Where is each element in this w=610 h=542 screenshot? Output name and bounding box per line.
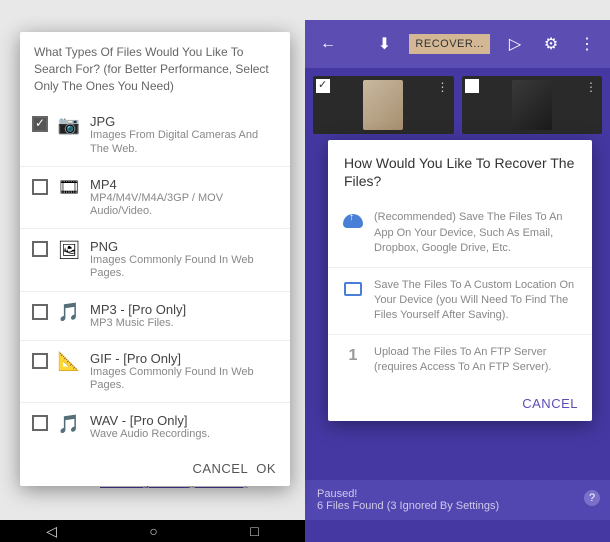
file-type-desc: Images Commonly Found In Web Pages. — [90, 366, 278, 392]
recover-options-list: (Recommended) Save The Files To An App O… — [328, 200, 592, 385]
music-icon: 🎵 — [58, 302, 80, 324]
file-type-desc: MP3 Music Files. — [90, 317, 278, 330]
file-types-dialog: What Types Of Files Would You Like To Se… — [20, 32, 290, 486]
cancel-button[interactable]: CANCEL — [192, 461, 248, 476]
file-type-name: PNG — [90, 239, 278, 254]
back-nav-icon[interactable]: ◁ — [46, 523, 57, 540]
checkbox[interactable] — [32, 241, 48, 257]
thumbnail-item[interactable]: ⋮ — [462, 76, 603, 134]
image-icon: 🖼 — [58, 239, 80, 261]
recover-option-desc: (Recommended) Save The Files To An App O… — [374, 210, 578, 256]
cancel-button[interactable]: CANCEL — [522, 396, 578, 411]
recover-dialog-actions: CANCEL — [328, 386, 592, 421]
file-type-item-wav[interactable]: 🎵 WAV - [Pro Only] Wave Audio Recordings… — [20, 403, 290, 451]
file-type-item-mp4[interactable]: 🎞 MP4 MP4/M4V/M4A/3GP / MOV Audio/Video. — [20, 167, 290, 229]
thumb-overflow-icon[interactable]: ⋮ — [437, 80, 449, 94]
checkbox[interactable] — [32, 415, 48, 431]
camera-icon: 📷 — [58, 114, 80, 136]
recover-option-ftp[interactable]: 1 Upload The Files To An FTP Server (req… — [328, 335, 592, 386]
app-bar: ← ⬇ RECOVER... ▷ ⚙ ⋮ — [305, 20, 610, 68]
thumbnail-item[interactable]: ⋮ — [313, 76, 454, 134]
status-line2: 6 Files Found (3 Ignored By Settings) — [317, 500, 598, 512]
file-type-name: MP3 - [Pro Only] — [90, 302, 278, 317]
nav-bar-left: ◁ ○ □ — [0, 520, 305, 542]
download-icon[interactable]: ⬇ — [373, 33, 395, 55]
file-type-desc: MP4/M4V/M4A/3GP / MOV Audio/Video. — [90, 192, 278, 218]
gif-icon: 📐 — [58, 351, 80, 373]
file-type-item-png[interactable]: 🖼 PNG Images Commonly Found In Web Pages… — [20, 229, 290, 291]
help-icon[interactable]: ? — [584, 490, 600, 506]
status-strip: Paused! 6 Files Found (3 Ignored By Sett… — [305, 480, 610, 520]
thumb-checkbox[interactable] — [465, 79, 479, 93]
number-icon: 1 — [342, 345, 364, 367]
recover-option-desc: Upload The Files To An FTP Server (requi… — [374, 345, 578, 376]
file-type-name: JPG — [90, 114, 278, 129]
file-type-desc: Wave Audio Recordings. — [90, 428, 278, 441]
overflow-icon[interactable]: ⋮ — [576, 33, 598, 55]
home-nav-icon[interactable]: ○ — [149, 523, 157, 539]
checkbox[interactable] — [32, 179, 48, 195]
dialog-title: What Types Of Files Would You Like To Se… — [20, 32, 290, 104]
recover-button[interactable]: RECOVER... — [409, 34, 490, 54]
thumb-image — [363, 80, 403, 130]
thumb-checkbox[interactable] — [316, 79, 330, 93]
file-type-desc: Images Commonly Found In Web Pages. — [90, 254, 278, 280]
recover-option-folder[interactable]: Save The Files To A Custom Location On Y… — [328, 268, 592, 335]
checkbox[interactable] — [32, 353, 48, 369]
thumbnail-row: ⋮ ⋮ — [305, 68, 610, 142]
file-type-item-jpg[interactable]: 📷 JPG Images From Digital Cameras And Th… — [20, 104, 290, 166]
recover-dialog-title: How Would You Like To Recover The Files? — [328, 140, 592, 200]
gear-icon[interactable]: ⚙ — [540, 33, 562, 55]
film-icon: 🎞 — [58, 177, 80, 199]
thumb-overflow-icon[interactable]: ⋮ — [585, 80, 597, 94]
dialog-actions: CANCEL OK — [20, 451, 290, 486]
cloud-upload-icon — [342, 210, 364, 232]
recover-option-cloud[interactable]: (Recommended) Save The Files To An App O… — [328, 200, 592, 267]
checkbox[interactable] — [32, 116, 48, 132]
file-type-item-gif[interactable]: 📐 GIF - [Pro Only] Images Commonly Found… — [20, 341, 290, 403]
ok-button[interactable]: OK — [256, 461, 276, 476]
status-line1: Paused! — [317, 488, 598, 500]
file-type-name: MP4 — [90, 177, 278, 192]
recent-nav-icon[interactable]: □ — [250, 523, 258, 539]
recover-dialog: How Would You Like To Recover The Files?… — [328, 140, 592, 421]
file-type-name: GIF - [Pro Only] — [90, 351, 278, 366]
back-icon[interactable]: ← — [317, 33, 339, 55]
music-icon: 🎵 — [58, 413, 80, 435]
play-icon[interactable]: ▷ — [504, 33, 526, 55]
folder-icon — [342, 278, 364, 300]
file-type-name: WAV - [Pro Only] — [90, 413, 278, 428]
file-type-list: 📷 JPG Images From Digital Cameras And Th… — [20, 104, 290, 451]
file-type-item-mp3[interactable]: 🎵 MP3 - [Pro Only] MP3 Music Files. — [20, 292, 290, 341]
recover-option-desc: Save The Files To A Custom Location On Y… — [374, 278, 578, 324]
checkbox[interactable] — [32, 304, 48, 320]
file-type-desc: Images From Digital Cameras And The Web. — [90, 129, 278, 155]
thumb-image — [512, 80, 552, 130]
